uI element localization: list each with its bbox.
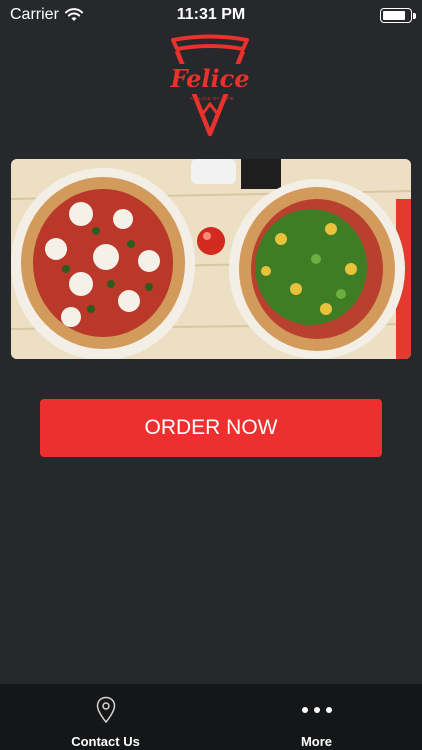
tab-bar: Contact Us More xyxy=(0,684,422,750)
brand-name: Felice xyxy=(169,64,249,93)
battery-icon xyxy=(380,7,416,23)
location-pin-icon xyxy=(96,694,116,726)
order-now-button[interactable]: ORDER NOW xyxy=(40,399,382,457)
status-bar: Carrier xyxy=(0,0,422,30)
more-dots-icon xyxy=(301,694,333,726)
hero-image xyxy=(11,159,411,359)
tab-label-contact-us: Contact Us xyxy=(71,734,140,749)
tab-more[interactable]: More xyxy=(211,684,422,750)
pizza-photo-icon xyxy=(11,159,411,359)
felice-logo: Felice A SLICE OF LIFE xyxy=(169,34,250,137)
status-left: Carrier xyxy=(10,6,83,24)
carrier-label: Carrier xyxy=(10,6,59,23)
brand-tagline: A SLICE OF LIFE xyxy=(190,96,234,101)
tab-contact-us[interactable]: Contact Us xyxy=(0,684,211,750)
wifi-icon xyxy=(64,8,83,21)
tab-label-more: More xyxy=(300,734,333,749)
battery-fill xyxy=(383,10,406,20)
